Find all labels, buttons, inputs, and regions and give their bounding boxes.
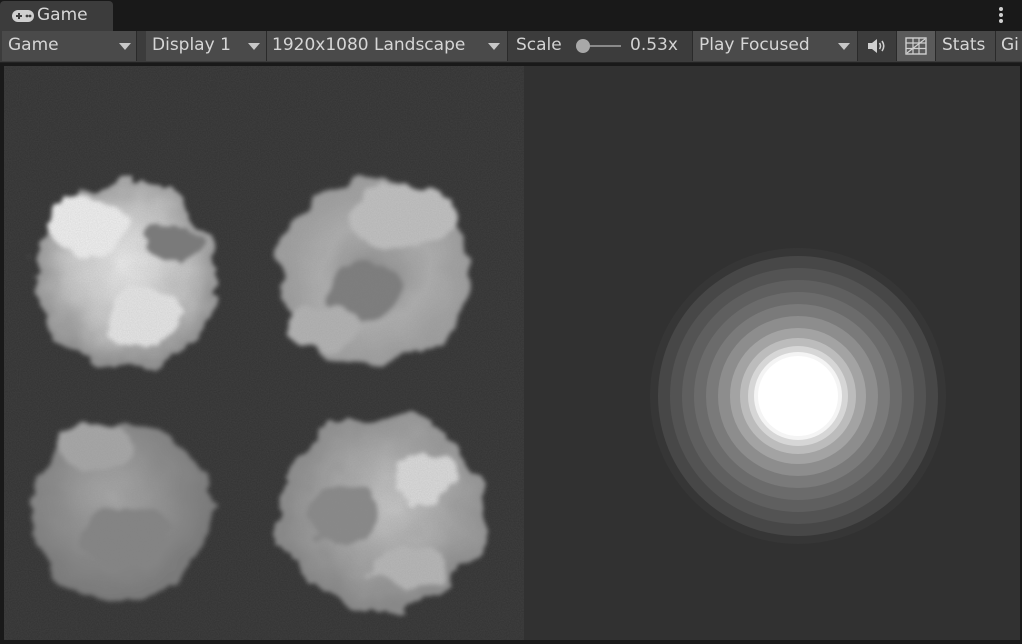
scale-value: 0.53x [630,35,678,55]
view-mode-label: Game [8,35,59,55]
stats-button[interactable]: Stats [936,31,996,61]
view-mode-dropdown[interactable]: Game [2,31,137,61]
gizmo-overlay-toggle[interactable] [897,31,936,61]
stats-label: Stats [942,35,986,55]
scene-render [4,66,946,640]
grid-overlay-icon [905,37,927,55]
scale-slider-handle[interactable] [576,39,590,53]
chevron-down-icon [488,43,500,50]
game-toolbar: Game Display 1 1920x1080 Landscape Scale… [0,31,1022,63]
gamepad-icon [12,10,34,22]
play-mode-label: Play Focused [699,35,810,55]
resolution-label: 1920x1080 Landscape [272,35,466,55]
chevron-down-icon [838,43,850,50]
gizmos-label: Gi [1001,35,1019,55]
more-options-icon[interactable] [993,5,1009,25]
tab-label: Game [37,5,88,25]
game-viewport[interactable] [4,66,1020,640]
gizmos-button[interactable]: Gi [996,31,1022,61]
mute-audio-button[interactable] [858,31,897,61]
chevron-down-icon [248,43,260,50]
display-label: Display 1 [152,35,231,55]
tab-game[interactable]: Game [0,1,113,31]
tab-bar: Game [0,0,1022,31]
resolution-dropdown[interactable]: 1920x1080 Landscape [267,31,508,61]
scale-control: Scale 0.53x [508,31,693,61]
display-dropdown[interactable]: Display 1 [146,31,267,61]
chevron-down-icon [119,43,131,50]
scale-label: Scale [516,35,562,55]
speaker-icon [868,39,885,53]
glow-sprite [650,248,946,544]
play-mode-dropdown[interactable]: Play Focused [693,31,858,61]
